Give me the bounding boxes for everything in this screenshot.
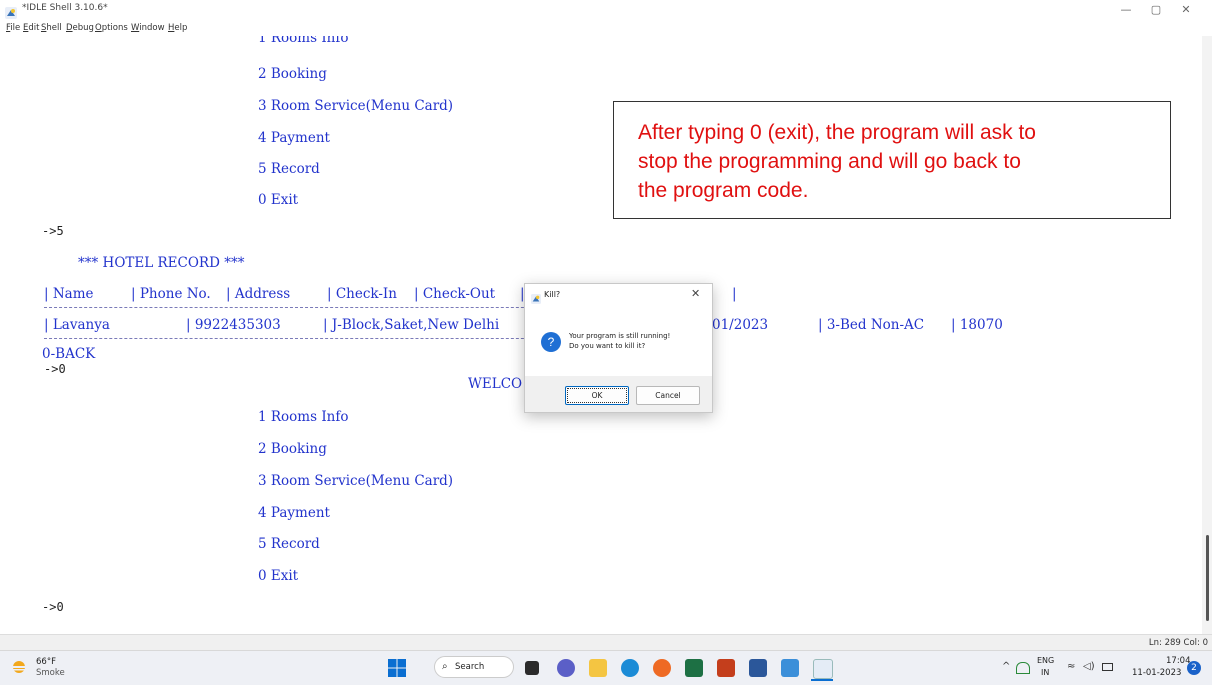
powerpoint-icon[interactable] bbox=[717, 659, 735, 677]
wifi-icon[interactable]: ≈ bbox=[1067, 661, 1075, 672]
menu2-item: 0 Exit bbox=[258, 568, 299, 584]
menu-options[interactable]: Options bbox=[95, 23, 128, 33]
edge-browser-icon[interactable] bbox=[621, 659, 639, 677]
excel-icon[interactable] bbox=[685, 659, 703, 677]
menu2-item: 3 Room Service(Menu Card) bbox=[258, 473, 454, 489]
shell-prompt: ->0 bbox=[42, 600, 64, 614]
word-icon[interactable] bbox=[749, 659, 767, 677]
shell-prompt: ->0 bbox=[44, 362, 66, 376]
dialog-close-icon[interactable]: ✕ bbox=[691, 287, 700, 300]
menu1-item: 4 Payment bbox=[258, 130, 330, 146]
firefox-icon[interactable] bbox=[653, 659, 671, 677]
onedrive-icon[interactable] bbox=[1016, 662, 1030, 674]
clock-date[interactable]: 11-01-2023 bbox=[1132, 668, 1181, 678]
maximize-button[interactable]: ▢ bbox=[1143, 2, 1169, 18]
row-room-type: | 3-Bed Non-AC bbox=[818, 317, 925, 333]
record-title: *** HOTEL RECORD *** bbox=[78, 255, 245, 271]
scrollbar-thumb[interactable] bbox=[1206, 535, 1209, 621]
row-phone: | 9922435303 bbox=[186, 317, 281, 333]
python-idle-icon bbox=[5, 4, 17, 19]
table-header-checkout: | Check-Out bbox=[414, 286, 496, 302]
teams-chat-icon[interactable] bbox=[557, 659, 575, 677]
shell-prompt: ->5 bbox=[42, 224, 64, 238]
task-view-icon[interactable] bbox=[525, 661, 539, 675]
menu1-item: 3 Room Service(Menu Card) bbox=[258, 98, 454, 114]
menu-edit[interactable]: Edit bbox=[23, 23, 39, 33]
annotation-box: After typing 0 (exit), the program will … bbox=[613, 101, 1171, 219]
minimize-button[interactable]: — bbox=[1113, 2, 1139, 18]
line-gutter bbox=[0, 36, 39, 634]
table-header-name: | Name bbox=[44, 286, 94, 302]
menu-bar: File Edit Shell Debug Options Window Hel… bbox=[0, 20, 1212, 36]
dialog-title: Kill? bbox=[544, 290, 561, 299]
back-option: 0-BACK bbox=[42, 346, 96, 362]
dialog-message: Do you want to kill it? bbox=[569, 342, 646, 350]
menu1-item: 2 Booking bbox=[258, 66, 327, 82]
battery-icon[interactable] bbox=[1102, 663, 1113, 671]
menu-window[interactable]: Window bbox=[131, 23, 165, 33]
status-bar: Ln: 289 Col: 0 bbox=[0, 634, 1212, 651]
welcome-text: WELCO bbox=[468, 376, 523, 392]
ok-button[interactable]: OK bbox=[565, 386, 629, 405]
weather-desc: Smoke bbox=[36, 668, 65, 678]
menu1-item: 0 Exit bbox=[258, 192, 299, 208]
menu2-item: 2 Booking bbox=[258, 441, 327, 457]
notification-badge[interactable]: 2 bbox=[1187, 661, 1201, 675]
menu2-item: 5 Record bbox=[258, 536, 320, 552]
language-top[interactable]: ENG bbox=[1037, 656, 1054, 665]
search-label: Search bbox=[455, 662, 485, 672]
active-app-indicator bbox=[811, 679, 833, 681]
windows-start-icon[interactable] bbox=[388, 659, 406, 677]
row-amount: | 18070 bbox=[951, 317, 1003, 333]
chevron-up-icon[interactable]: ^ bbox=[1002, 661, 1010, 672]
cancel-button[interactable]: Cancel bbox=[636, 386, 700, 405]
menu2-item: 4 Payment bbox=[258, 505, 330, 521]
weather-icon[interactable] bbox=[10, 658, 28, 676]
annotation-line: stop the programming and will go back to bbox=[638, 150, 1021, 173]
partial-menu-line: 1 Rooms Info bbox=[258, 36, 349, 46]
cursor-position: Ln: 289 Col: 0 bbox=[1148, 638, 1208, 648]
window-title: *IDLE Shell 3.10.6* bbox=[22, 3, 108, 13]
volume-icon[interactable]: ◁) bbox=[1083, 661, 1095, 672]
language-bottom[interactable]: IN bbox=[1041, 668, 1049, 677]
annotation-line: After typing 0 (exit), the program will … bbox=[638, 121, 1036, 144]
menu2-item: 1 Rooms Info bbox=[258, 409, 349, 425]
annotation-line: the program code. bbox=[638, 179, 809, 202]
dialog-message: Your program is still running! bbox=[569, 332, 671, 340]
menu1-item: 5 Record bbox=[258, 161, 320, 177]
taskbar-search[interactable]: ⌕ Search bbox=[434, 656, 514, 678]
table-header-phone: | Phone No. bbox=[131, 286, 211, 302]
file-explorer-icon[interactable] bbox=[589, 659, 607, 677]
title-bar: *IDLE Shell 3.10.6* — ▢ ✕ bbox=[0, 0, 1212, 20]
question-icon: ? bbox=[541, 332, 561, 352]
menu-file[interactable]: File bbox=[6, 23, 20, 33]
kill-dialog: Kill? ✕ ? Your program is still running!… bbox=[524, 283, 713, 413]
table-header-sep: | bbox=[732, 286, 737, 302]
row-checkout: 01/2023 bbox=[712, 317, 769, 333]
table-header-address: | Address bbox=[226, 286, 291, 302]
weather-temp: 66°F bbox=[36, 657, 56, 667]
row-address: | J-Block,Saket,New Delhi bbox=[323, 317, 500, 333]
menu-help[interactable]: Help bbox=[168, 23, 187, 33]
menu-debug[interactable]: Debug bbox=[66, 23, 94, 33]
menu-shell[interactable]: Shell bbox=[41, 23, 62, 33]
close-button[interactable]: ✕ bbox=[1173, 2, 1199, 18]
search-icon: ⌕ bbox=[442, 661, 448, 672]
table-divider bbox=[44, 338, 554, 339]
table-header-checkin: | Check-In bbox=[327, 286, 397, 302]
table-divider bbox=[44, 307, 554, 308]
row-name: | Lavanya bbox=[44, 317, 110, 333]
python-idle-icon bbox=[531, 289, 541, 304]
idle-taskbar-icon[interactable] bbox=[813, 659, 833, 679]
paint-icon[interactable] bbox=[781, 659, 799, 677]
